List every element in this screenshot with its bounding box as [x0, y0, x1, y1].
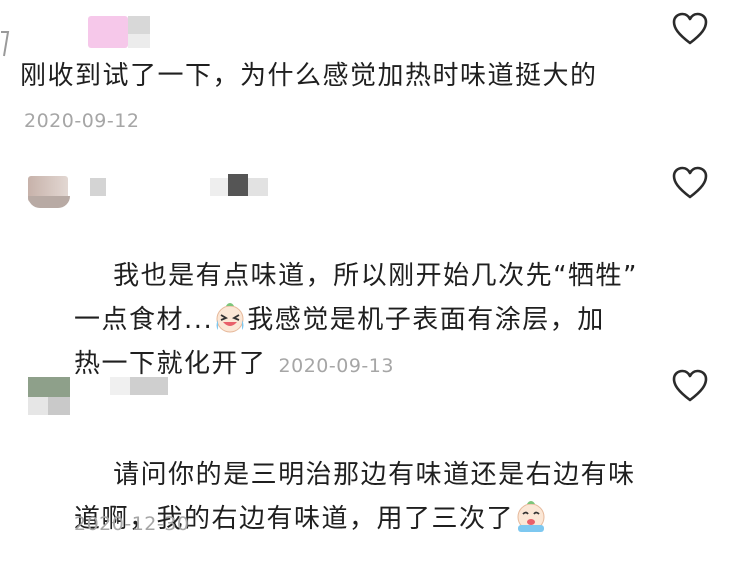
- comment-3: 请问你的是三明治那边有味道还是右边有味 道啊，我的右边有味道，用了三次了 202…: [0, 365, 737, 565]
- like-heart-icon[interactable]: [672, 369, 708, 403]
- username-blurred: [90, 178, 106, 196]
- comment-date: 2020-09-12: [24, 110, 140, 132]
- username-blurred-3: [128, 34, 150, 48]
- like-heart-icon[interactable]: [672, 12, 708, 46]
- comment-date: 2020-12-30: [74, 513, 190, 535]
- comment-text: 刚收到试了一下，为什么感觉加热时味道挺大的: [20, 61, 598, 91]
- username-blurred-2: [128, 16, 150, 34]
- comment-2: 我也是有点味道，所以刚开始几次先“牺牲” 一点食材... 我感觉是机子表面有涂层…: [0, 160, 737, 379]
- avatar-blur-2: [28, 196, 70, 208]
- avatar-blur-3: [48, 397, 70, 415]
- crying-emoji-icon: [514, 501, 548, 533]
- comment-text: 请问你的是三明治那边有味道还是右边有味 道啊，我的右边有味道，用了三次了: [74, 409, 636, 585]
- username-blurred-4: [248, 178, 268, 196]
- username-blurred-2: [210, 178, 228, 196]
- username-blurred: [110, 377, 130, 395]
- like-heart-icon[interactable]: [672, 166, 708, 200]
- laughing-crying-emoji-icon: [213, 302, 247, 334]
- username-blurred-2: [130, 377, 168, 395]
- comment-1: 刚收到试了一下，为什么感觉加热时味道挺大的 2020-09-12: [0, 0, 737, 150]
- username-blurred-3: [228, 174, 248, 196]
- avatar-blur-2: [28, 397, 48, 415]
- avatar: [28, 377, 70, 397]
- username-blurred: [88, 16, 128, 48]
